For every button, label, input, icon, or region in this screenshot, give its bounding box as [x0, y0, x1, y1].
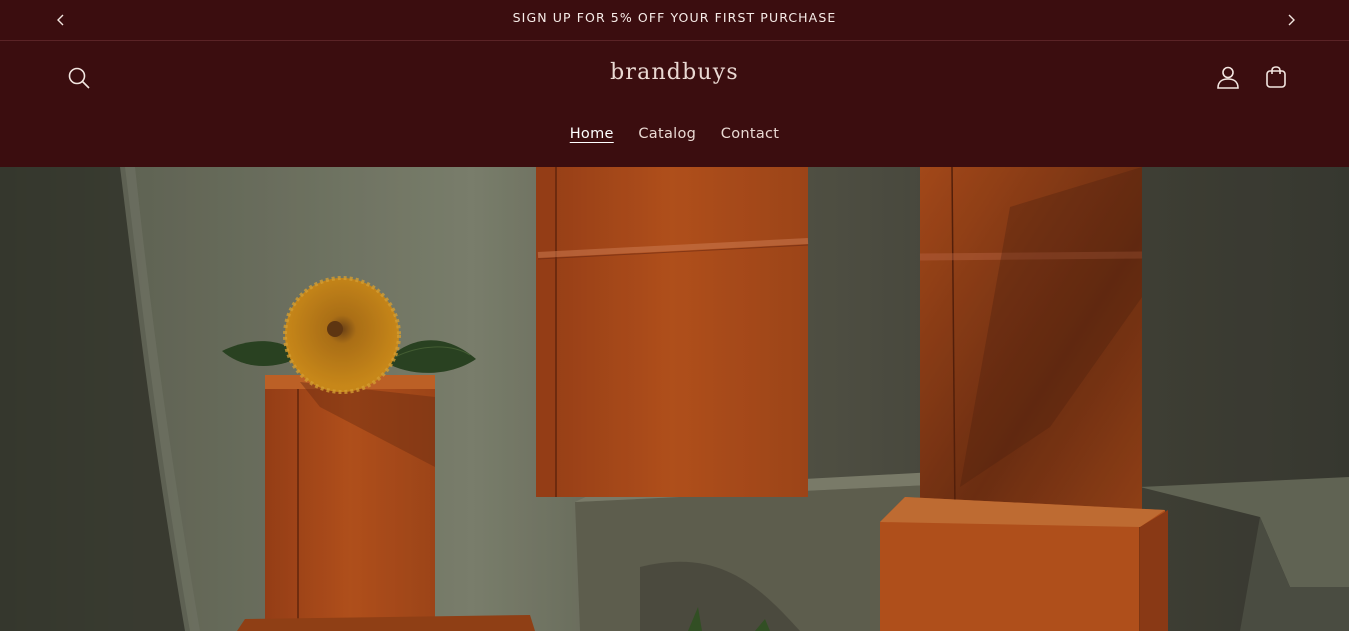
cart-button[interactable] — [1263, 64, 1289, 90]
chevron-right-icon — [1288, 14, 1295, 26]
hero-banner-image — [0, 167, 1349, 631]
nav-contact[interactable]: Contact — [721, 126, 780, 142]
announcement-next-button[interactable] — [1282, 11, 1300, 29]
site-header: brandbuys Home Catalog Contact — [0, 41, 1349, 167]
nav-home[interactable]: Home — [570, 126, 614, 142]
nav-catalog[interactable]: Catalog — [638, 126, 696, 142]
announcement-bar: SIGN UP FOR 5% OFF YOUR FIRST PURCHASE — [0, 0, 1349, 41]
account-button[interactable] — [1215, 64, 1241, 90]
site-logo[interactable]: brandbuys — [0, 60, 1349, 85]
main-nav: Home Catalog Contact — [0, 126, 1349, 142]
announcement-text[interactable]: SIGN UP FOR 5% OFF YOUR FIRST PURCHASE — [0, 10, 1349, 25]
account-icon — [1217, 66, 1239, 89]
cart-icon — [1266, 66, 1286, 88]
